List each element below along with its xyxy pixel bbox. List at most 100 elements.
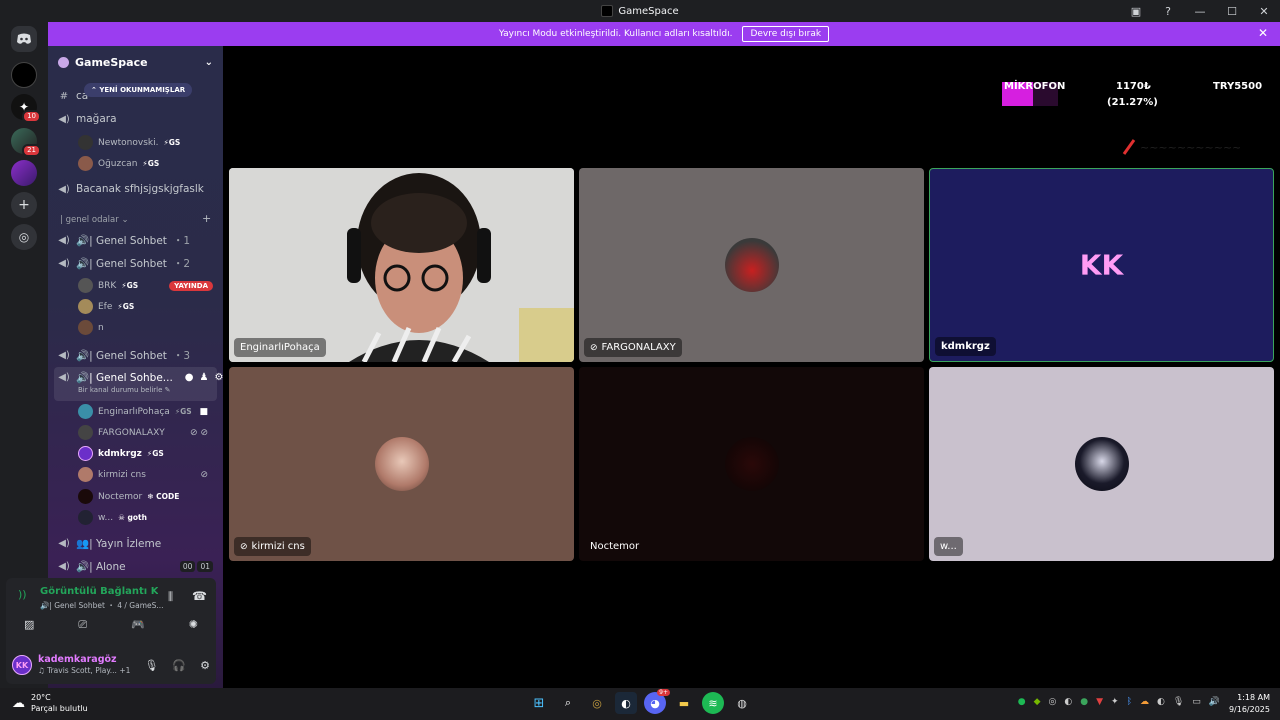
voice-user[interactable]: FARGONALAXY ⊘ ⊘ xyxy=(78,425,208,440)
inbox-icon[interactable]: ▣ xyxy=(1120,0,1152,22)
signal-icon[interactable]: )) xyxy=(18,588,27,601)
tray-green-icon[interactable]: ● xyxy=(1080,697,1088,707)
maximize-button[interactable]: ☐ xyxy=(1216,0,1248,22)
channel-bacanak[interactable]: ◀) Bacanak sfhjsjgskjgfaslk xyxy=(58,183,204,195)
discord-taskbar-icon[interactable]: ◕ 9+ xyxy=(644,689,670,714)
headphones-icon[interactable]: 🎧 xyxy=(172,659,186,672)
channel-genel-sohbet-1[interactable]: ◀) 🔊| Genel Sohbet ・1 xyxy=(58,233,190,248)
taskbar: ☁ 20°C Parçalı bulutlu ⊞ ⌕ ◎ ◐ ◕ 9+ ▬ ≋ ◍… xyxy=(0,688,1280,720)
search-icon[interactable]: ⌕ xyxy=(557,692,579,714)
video-tile[interactable]: Noctemor xyxy=(579,367,924,561)
user-name: n xyxy=(98,322,104,333)
noise-suppression-icon[interactable]: ⫼ xyxy=(168,590,173,604)
connection-status[interactable]: Görüntülü Bağlantı Kuruldu xyxy=(40,586,158,597)
server-purple-icon[interactable] xyxy=(11,160,37,186)
overlay-mic-label: MİKROFON xyxy=(1004,81,1066,92)
voice-user[interactable]: w... ☠ goth xyxy=(78,510,147,525)
avatar[interactable]: KK xyxy=(12,655,32,675)
tray-app-icon[interactable]: ◎ xyxy=(1049,697,1057,707)
steam-tray-icon[interactable]: ◐ xyxy=(1064,697,1072,707)
steam-icon[interactable]: ◐ xyxy=(615,692,637,714)
deafened-icon: ⊘ xyxy=(590,342,598,353)
microphone-tray-icon[interactable]: 🎙 xyxy=(1173,697,1184,707)
channel-number: 3 xyxy=(183,350,191,362)
video-tile[interactable]: w... xyxy=(929,367,1274,561)
user-settings-icon[interactable]: ⚙ xyxy=(200,659,210,672)
channel-yayin-izleme[interactable]: ◀) 👥| Yayın İzleme xyxy=(58,537,161,550)
voice-user[interactable]: EnginarlıPohaça ⚡GS ■ xyxy=(78,404,208,419)
disconnect-icon[interactable]: ☎ xyxy=(192,589,207,603)
video-tile[interactable]: ⊘ kirmizi cns xyxy=(229,367,574,561)
server-avatar-icon[interactable]: 21 xyxy=(11,128,41,157)
voice-user[interactable]: kirmizi cns ⊘ xyxy=(78,467,208,482)
voice-user[interactable]: Noctemor ❄ CODE xyxy=(78,489,179,504)
channel-status-prompt[interactable]: Bir kanal durumu belirle ✎ xyxy=(78,386,171,394)
tray-icon[interactable]: ✦ xyxy=(1111,697,1119,707)
voice-user[interactable]: BRK ⚡GS YAYINDA xyxy=(78,278,213,293)
microphone-icon[interactable]: 🎙 xyxy=(144,659,158,672)
mention-badge: 21 xyxy=(22,144,41,157)
invite-icon[interactable]: ♟ xyxy=(200,372,209,383)
screen-share-icon[interactable]: ⎚ xyxy=(78,618,87,632)
weather-widget[interactable]: ☁ 20°C Parçalı bulutlu xyxy=(12,692,88,714)
voice-user[interactable]: Oğuzcan ⚡GS xyxy=(78,156,159,171)
disable-streamer-mode-button[interactable]: Devre dışı bırak xyxy=(742,26,830,42)
network-icon[interactable]: ▭ xyxy=(1192,697,1201,707)
close-icon[interactable]: ✕ xyxy=(1258,26,1268,40)
discord-home-icon[interactable] xyxy=(11,26,37,52)
username[interactable]: kademkaragöz xyxy=(38,654,130,665)
chrome-icon[interactable]: ◍ xyxy=(731,692,753,714)
title-bar: GameSpace ▣ ? — ☐ ✕ xyxy=(0,0,1280,22)
help-icon[interactable]: ? xyxy=(1152,0,1184,22)
channel-genel-sohbet-2[interactable]: ◀) 🔊| Genel Sohbet ・2 xyxy=(58,256,190,271)
tray-red-icon[interactable]: ▼ xyxy=(1096,697,1103,707)
settings-gear-icon[interactable]: ⚙ xyxy=(215,372,224,383)
channel-genel-sohbet-3[interactable]: ◀) 🔊| Genel Sohbet ・3 xyxy=(58,348,190,363)
video-tile[interactable]: ⊘ FARGONALAXY xyxy=(579,168,924,362)
user-name: Noctemor xyxy=(98,491,143,502)
video-tile[interactable]: EnginarlıPohaça xyxy=(229,168,574,362)
spotify-icon[interactable]: ≋ xyxy=(702,692,724,714)
channel-active[interactable]: ◀) 🔊| Genel Sohbe... ● ♟ ⚙ xyxy=(58,371,223,384)
new-unreads-pill[interactable]: ⌃ YENİ OKUNMAMIŞLAR xyxy=(84,83,193,97)
overlay-price: 1170₺ xyxy=(1116,81,1151,92)
start-button[interactable]: ⊞ xyxy=(528,692,550,714)
spotify-tray-icon[interactable]: ● xyxy=(1018,697,1026,707)
steam-tray-icon-2[interactable]: ◐ xyxy=(1157,697,1165,707)
voice-user[interactable]: n xyxy=(78,320,104,335)
voice-user[interactable]: Efe ⚡GS xyxy=(78,299,134,314)
server-header[interactable]: GameSpace ⌄ xyxy=(48,46,223,78)
voice-user[interactable]: Newtonovski. ⚡GS xyxy=(78,135,180,150)
participant-name: ⊘ kirmizi cns xyxy=(234,537,311,556)
file-explorer-icon[interactable]: ▬ xyxy=(673,692,695,714)
user-panel: KK kademkaragöz ♫ Travis Scott, Play... … xyxy=(6,650,216,680)
soundboard-icon[interactable]: ✺ xyxy=(189,618,198,632)
minimize-button[interactable]: — xyxy=(1184,0,1216,22)
avatar xyxy=(78,320,93,335)
server-gamespace-icon[interactable] xyxy=(11,62,37,88)
camera-off-icon[interactable]: ▨ xyxy=(24,618,34,632)
channel-magara[interactable]: ◀) mağara xyxy=(58,113,116,125)
app-icon-gold[interactable]: ◎ xyxy=(586,692,608,714)
channel-alone[interactable]: ◀) 🔊| Alone 00 01 xyxy=(58,560,213,573)
activity-gamepad-icon[interactable]: 🎮 xyxy=(131,618,145,632)
cloud-icon[interactable]: ☁ xyxy=(1140,697,1149,707)
add-channel-icon[interactable]: + xyxy=(202,212,211,225)
voice-user[interactable]: kdmkrgz ⚡GS xyxy=(78,446,164,461)
user-name: EnginarlıPohaça xyxy=(98,406,170,417)
nvidia-icon[interactable]: ◆ xyxy=(1034,697,1041,707)
connection-channel[interactable]: 🔊| Genel Sohbet ・ 4 / GameS... xyxy=(40,600,164,611)
notification-badge: 9+ xyxy=(657,689,670,696)
clock[interactable]: 1:18 AM 9/16/2025 xyxy=(1229,692,1270,716)
server-icon xyxy=(58,56,69,68)
server-bird-icon[interactable]: ✦ 10 xyxy=(11,94,41,123)
bluetooth-icon[interactable]: ᛒ xyxy=(1127,697,1132,707)
chevron-down-icon[interactable]: ⌄ xyxy=(205,57,213,68)
add-server-icon[interactable]: + xyxy=(11,192,37,218)
video-tile-speaking[interactable]: KK kdmkrgz xyxy=(929,168,1274,362)
chat-bubble-icon[interactable]: ● xyxy=(185,372,194,383)
volume-icon[interactable]: 🔊 xyxy=(1209,697,1220,707)
category-header[interactable]: | genel odalar ⌄ xyxy=(60,215,129,225)
discover-compass-icon[interactable]: ◎ xyxy=(11,224,37,250)
close-window-button[interactable]: ✕ xyxy=(1248,0,1280,22)
